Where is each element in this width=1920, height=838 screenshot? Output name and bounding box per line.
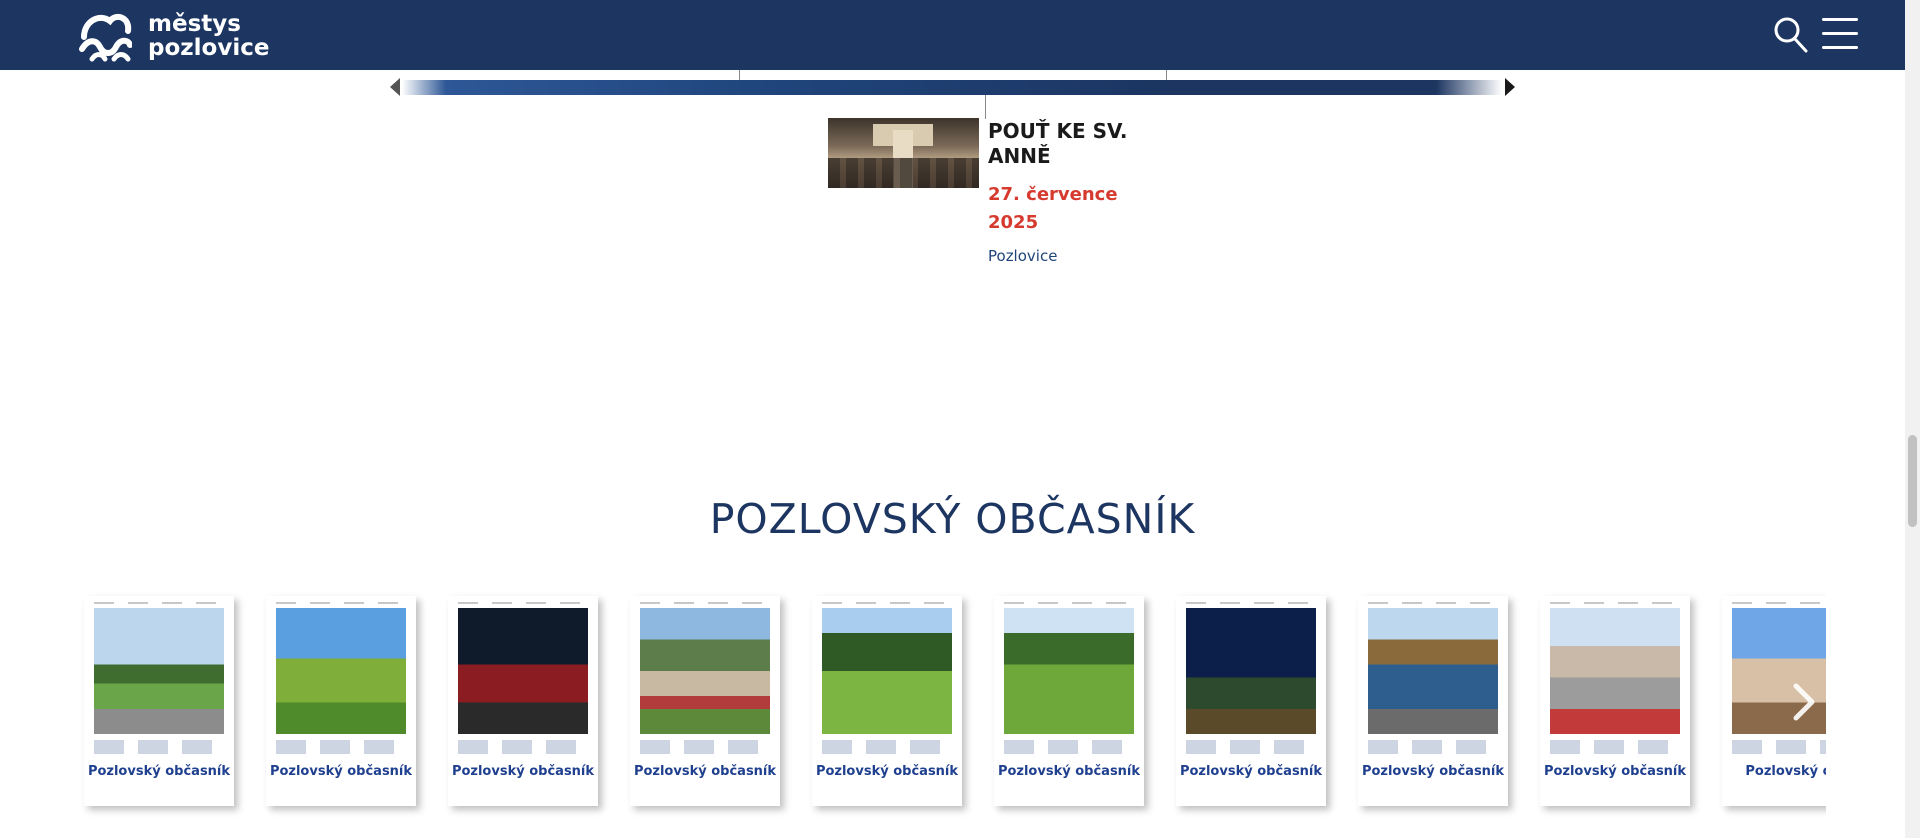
cover-title: Pozlovský občasník <box>1543 764 1687 779</box>
logo-line-2: pozlovice <box>148 35 270 61</box>
cover-photo <box>640 608 770 734</box>
cover-header-line <box>640 602 770 604</box>
cover-header-line <box>1004 602 1134 604</box>
cover-title: Pozlovský občasník <box>451 764 595 779</box>
cover-columns <box>1004 740 1134 754</box>
newsletter-cover[interactable]: Pozlovský občasník <box>1176 596 1326 806</box>
hamburger-line <box>1822 46 1858 49</box>
image-detail <box>828 158 979 188</box>
cover-photo <box>1004 608 1134 734</box>
hamburger-menu-icon <box>1822 18 1858 21</box>
menu-button[interactable] <box>1822 18 1858 52</box>
cover-columns <box>1732 740 1826 754</box>
newsletter-cover[interactable]: Pozlovský občasník <box>84 596 234 806</box>
newsletter-cover[interactable]: Pozlovský občasník <box>1358 596 1508 806</box>
timeline-next-arrow-icon[interactable] <box>1505 78 1515 96</box>
hamburger-line <box>1822 32 1858 35</box>
event-title[interactable]: POUŤ KE SV. ANNĚ <box>988 119 1128 169</box>
scrollbar-thumb[interactable] <box>1908 435 1917 527</box>
cover-title: Pozlovský občasník <box>1361 764 1505 779</box>
newsletter-cover[interactable]: Pozlovský občasník <box>1540 596 1690 806</box>
cover-header-line <box>1368 602 1498 604</box>
cover-header-line <box>1732 602 1826 604</box>
cover-columns <box>822 740 952 754</box>
page-scrollbar[interactable] <box>1905 0 1920 838</box>
newsletter-cover[interactable]: Pozlovský občasník <box>630 596 780 806</box>
cover-header-line <box>1550 602 1680 604</box>
event-body: POUŤ KE SV. ANNĚ 27. července 2025 Pozlo… <box>988 118 1128 265</box>
cover-title: Pozlovský občasník <box>815 764 959 779</box>
newsletter-cover[interactable]: Pozlovský občasník <box>448 596 598 806</box>
timeline-tick <box>1166 70 1167 80</box>
newsletter-cover[interactable]: Pozlovský občasník <box>266 596 416 806</box>
event-place: Pozlovice <box>988 247 1058 265</box>
cover-photo <box>1368 608 1498 734</box>
cover-title: Pozlovský občasník <box>633 764 777 779</box>
newsletter-carousel: Pozlovský občasník Pozlovský občasník Po… <box>78 592 1826 822</box>
cover-columns <box>276 740 406 754</box>
newsletter-cover[interactable]: Pozlovský občasník <box>812 596 962 806</box>
timeline-tick <box>985 95 986 119</box>
cover-columns <box>1550 740 1680 754</box>
timeline-tick <box>739 70 740 80</box>
cover-header-line <box>1186 602 1316 604</box>
cover-photo <box>1550 608 1680 734</box>
timeline-prev-arrow-icon[interactable] <box>390 78 400 96</box>
site-header: městys pozlovice <box>0 0 1905 70</box>
cover-photo <box>822 608 952 734</box>
event-image[interactable] <box>828 118 979 188</box>
search-icon <box>1774 17 1808 53</box>
chevron-right-icon <box>1793 683 1815 721</box>
section-title: POZLOVSKÝ OBČASNÍK <box>709 495 1196 543</box>
cover-columns <box>94 740 224 754</box>
cover-title: Pozlovský občasník <box>1179 764 1323 779</box>
newsletter-cover[interactable]: Pozlovský občasník <box>994 596 1144 806</box>
logo-line-1: městys <box>148 11 241 37</box>
cover-photo <box>94 608 224 734</box>
cover-columns <box>640 740 770 754</box>
site-logo[interactable]: městys pozlovice <box>78 9 269 63</box>
cover-photo <box>276 608 406 734</box>
events-timeline <box>390 70 1515 119</box>
cover-title: Pozlovský občasník <box>87 764 231 779</box>
mestys-logo-icon <box>79 13 132 62</box>
carousel-next-button[interactable] <box>1790 682 1818 722</box>
cover-columns <box>1368 740 1498 754</box>
cover-header-line <box>458 602 588 604</box>
cover-header-line <box>822 602 952 604</box>
cover-title: Pozlovský obč <box>1745 764 1826 779</box>
event-date: 27. července 2025 <box>988 184 1118 233</box>
logo-text: městys pozlovice <box>148 12 269 60</box>
cover-title: Pozlovský občasník <box>997 764 1141 779</box>
cover-columns <box>458 740 588 754</box>
cover-header-line <box>94 602 224 604</box>
cover-photo <box>458 608 588 734</box>
timeline-bar[interactable] <box>402 80 1502 95</box>
cover-title: Pozlovský občasník <box>269 764 413 779</box>
cover-photo <box>1186 608 1316 734</box>
cover-columns <box>1186 740 1316 754</box>
search-button[interactable] <box>1773 16 1809 54</box>
cover-header-line <box>276 602 406 604</box>
